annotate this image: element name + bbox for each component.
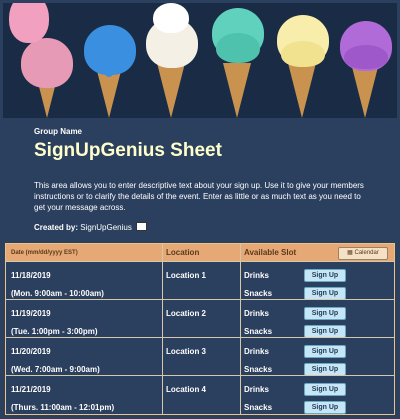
group-name: Group Name (34, 127, 83, 136)
mail-icon[interactable] (136, 222, 148, 231)
sheet-description: This area allows you to enter descriptiv… (34, 181, 364, 212)
slot-drinks: Drinks (244, 271, 269, 280)
created-by-name: SignUpGenius (80, 223, 132, 232)
slot-snacks: Snacks (244, 289, 273, 298)
row-date: 11/19/2019 (11, 309, 51, 318)
scoop (153, 3, 189, 33)
slot-snacks: Snacks (244, 403, 273, 412)
table-row: 11/21/2019 (Thurs. 11:00am - 12:01pm) Lo… (6, 375, 394, 414)
sign-up-button[interactable]: Sign Up (304, 401, 346, 414)
row-location: Location 4 (166, 385, 207, 394)
row-location: Location 3 (166, 347, 207, 356)
table-row: 11/19/2019 (Tue. 1:00pm - 3:00pm) Locati… (6, 299, 394, 338)
header-date: Date (mm/dd/yyyy EST) (11, 250, 78, 256)
table-header: Date (mm/dd/yyyy EST) Location Available… (6, 244, 394, 261)
row-date: 11/20/2019 (11, 347, 51, 356)
banner-image (3, 3, 397, 118)
calendar-label: Calendar (354, 250, 379, 256)
sign-up-button[interactable]: Sign Up (304, 345, 346, 358)
header-location: Location (166, 248, 200, 257)
calendar-icon: ▦ (347, 250, 353, 256)
table-row: 11/18/2019 (Mon. 9:00am - 10:00am) Locat… (6, 261, 394, 300)
slot-drinks: Drinks (244, 347, 269, 356)
created-by: Created by: SignUpGenius (34, 221, 148, 232)
row-location: Location 2 (166, 309, 207, 318)
sign-up-button[interactable]: Sign Up (304, 383, 346, 396)
row-time: (Thurs. 11:00am - 12:01pm) (11, 403, 115, 412)
scoop (216, 33, 260, 63)
cone (157, 63, 185, 118)
slot-snacks: Snacks (244, 365, 273, 374)
sign-up-button[interactable]: Sign Up (304, 307, 346, 320)
row-time: (Mon. 9:00am - 10:00am) (11, 289, 104, 298)
drip (105, 63, 113, 77)
row-time: (Wed. 7:00am - 9:00am) (11, 365, 100, 374)
cone (288, 63, 316, 118)
scoop (344, 45, 388, 69)
header-slot: Available Slot (244, 248, 297, 257)
row-date: 11/18/2019 (11, 271, 51, 280)
slot-snacks: Snacks (244, 327, 273, 336)
row-location: Location 1 (166, 271, 207, 280)
created-by-label: Created by: (34, 223, 79, 232)
sheet-title: SignUpGenius Sheet (34, 140, 222, 161)
cone (351, 63, 379, 118)
row-date: 11/21/2019 (11, 385, 51, 394)
scoop (21, 38, 73, 88)
calendar-button[interactable]: ▦ Calendar (338, 247, 388, 260)
slot-drinks: Drinks (244, 385, 269, 394)
table-row: 11/20/2019 (Wed. 7:00am - 9:00am) Locati… (6, 337, 394, 376)
sign-up-button[interactable]: Sign Up (304, 269, 346, 282)
scoop (9, 3, 49, 43)
cone (223, 63, 251, 118)
slot-drinks: Drinks (244, 309, 269, 318)
row-time: (Tue. 1:00pm - 3:00pm) (11, 327, 98, 336)
signup-table: Date (mm/dd/yyyy EST) Location Available… (5, 243, 395, 415)
scoop (281, 41, 325, 67)
